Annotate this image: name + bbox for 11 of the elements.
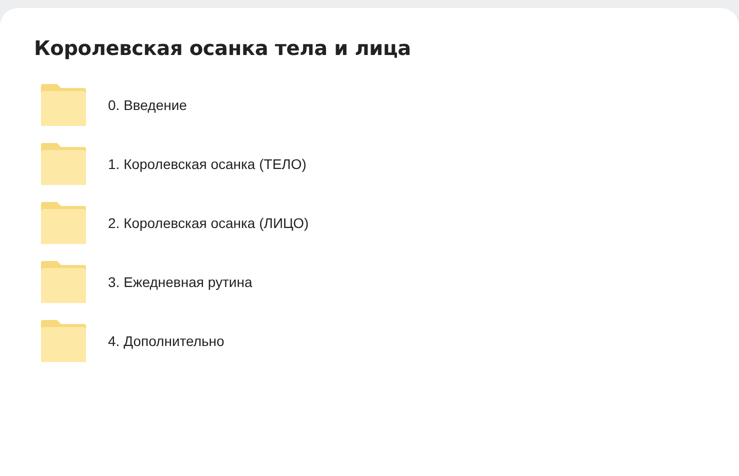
folder-icon: [41, 84, 86, 126]
folder-icon: [41, 261, 86, 303]
folder-name[interactable]: 3. Ежедневная рутина: [108, 274, 252, 290]
folder-icon: [41, 320, 86, 362]
folder-name[interactable]: 0. Введение: [108, 97, 187, 113]
page-title: Королевская осанка тела и лица: [34, 36, 412, 60]
folder-name[interactable]: 2. Королевская осанка (ЛИЦО): [108, 215, 309, 231]
folder-name[interactable]: 1. Королевская осанка (ТЕЛО): [108, 156, 306, 172]
folder-icon: [41, 202, 86, 244]
folder-name[interactable]: 4. Дополнительно: [108, 333, 224, 349]
folder-icon: [41, 143, 86, 185]
